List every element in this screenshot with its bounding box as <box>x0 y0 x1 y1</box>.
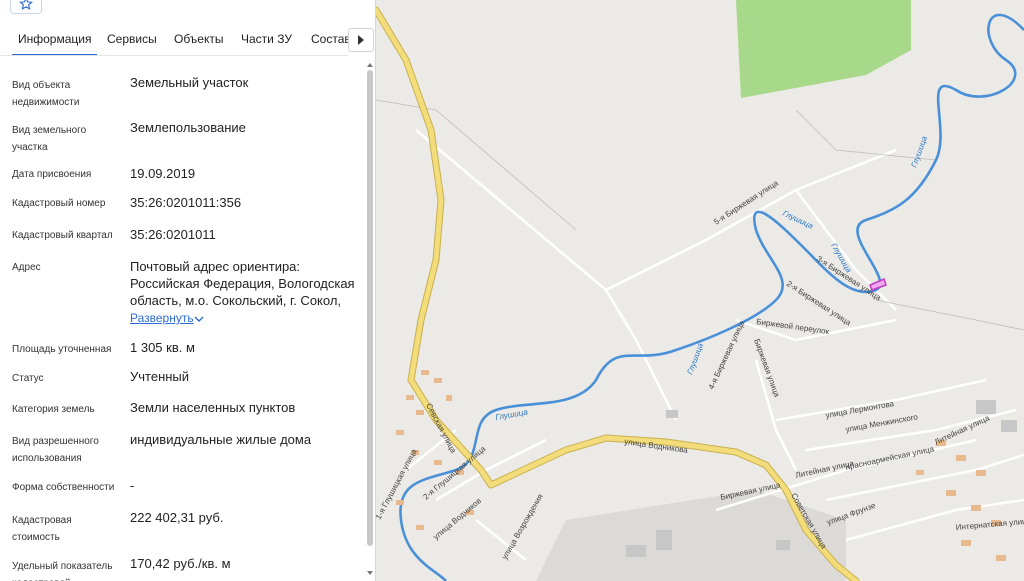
property-label: Кадастровый номер <box>12 198 106 209</box>
property-label: Кадастровая стоимость <box>12 515 72 543</box>
property-value: - <box>130 478 135 493</box>
property-label: Форма собственности <box>12 482 115 493</box>
property-label: Категория земель <box>12 404 95 415</box>
property-value: 19.09.2019 <box>130 166 196 181</box>
tab-parts[interactable]: Части ЗУ <box>241 32 292 46</box>
property-value: индивидуальные жилые дома <box>130 432 312 447</box>
info-panel: Информация Сервисы Объекты Части ЗУ Сост… <box>0 0 376 581</box>
address-expand-link[interactable]: Развернуть <box>130 311 194 325</box>
property-value: Земли населенных пунктов <box>130 400 296 415</box>
property-label: Удельный показатель кадастровой <box>12 561 113 581</box>
property-label: Площадь уточненная <box>12 344 112 355</box>
property-value: 222 402,31 руб. <box>130 510 224 525</box>
property-label: Статус <box>12 373 44 384</box>
property-value: 35:26:0201011:356 <box>130 195 242 210</box>
chevron-down-icon[interactable] <box>194 315 204 323</box>
property-list: Вид объекта недвижимости Земельный участ… <box>0 60 366 581</box>
tabs-scroll-right-button[interactable] <box>348 28 374 52</box>
property-label: Адрес <box>12 262 41 273</box>
property-value: 1 305 кв. м <box>130 340 195 355</box>
tab-composition[interactable]: Состав <box>311 32 348 46</box>
property-label: Дата присвоения <box>12 169 92 180</box>
address-value: Почтовый адрес ориентира: Российская Фед… <box>130 259 355 308</box>
property-value: 35:26:0201011 <box>130 227 216 242</box>
property-label: Вид объекта недвижимости <box>12 80 80 108</box>
status-value: Учтенный <box>130 369 190 384</box>
tab-bar: Информация Сервисы Объекты Части ЗУ Сост… <box>0 26 348 56</box>
property-label: Вид земельного участка <box>12 125 87 153</box>
property-label: Кадастровый квартал <box>12 230 113 241</box>
property-value: Земельный участок <box>130 75 249 90</box>
chevron-right-icon <box>358 35 364 45</box>
tab-info[interactable]: Информация <box>11 32 99 55</box>
property-value: Землепользование <box>130 120 246 135</box>
property-label: Вид разрешенного использования <box>12 436 99 464</box>
star-icon <box>19 0 33 10</box>
scrollbar-thumb[interactable] <box>367 70 373 546</box>
scroll-up-icon[interactable] <box>367 62 373 68</box>
tab-objects[interactable]: Объекты <box>174 32 224 46</box>
map-view[interactable]: улица Водникова Советская улица Севская … <box>376 0 1024 581</box>
bookmark-button[interactable] <box>10 0 42 14</box>
tab-services[interactable]: Сервисы <box>107 32 157 46</box>
map-background <box>376 0 1024 581</box>
scroll-down-icon[interactable] <box>367 570 373 576</box>
map-canvas[interactable]: улица Водникова Советская улица Севская … <box>376 0 1024 581</box>
property-value: 170,42 руб./кв. м <box>130 556 231 571</box>
